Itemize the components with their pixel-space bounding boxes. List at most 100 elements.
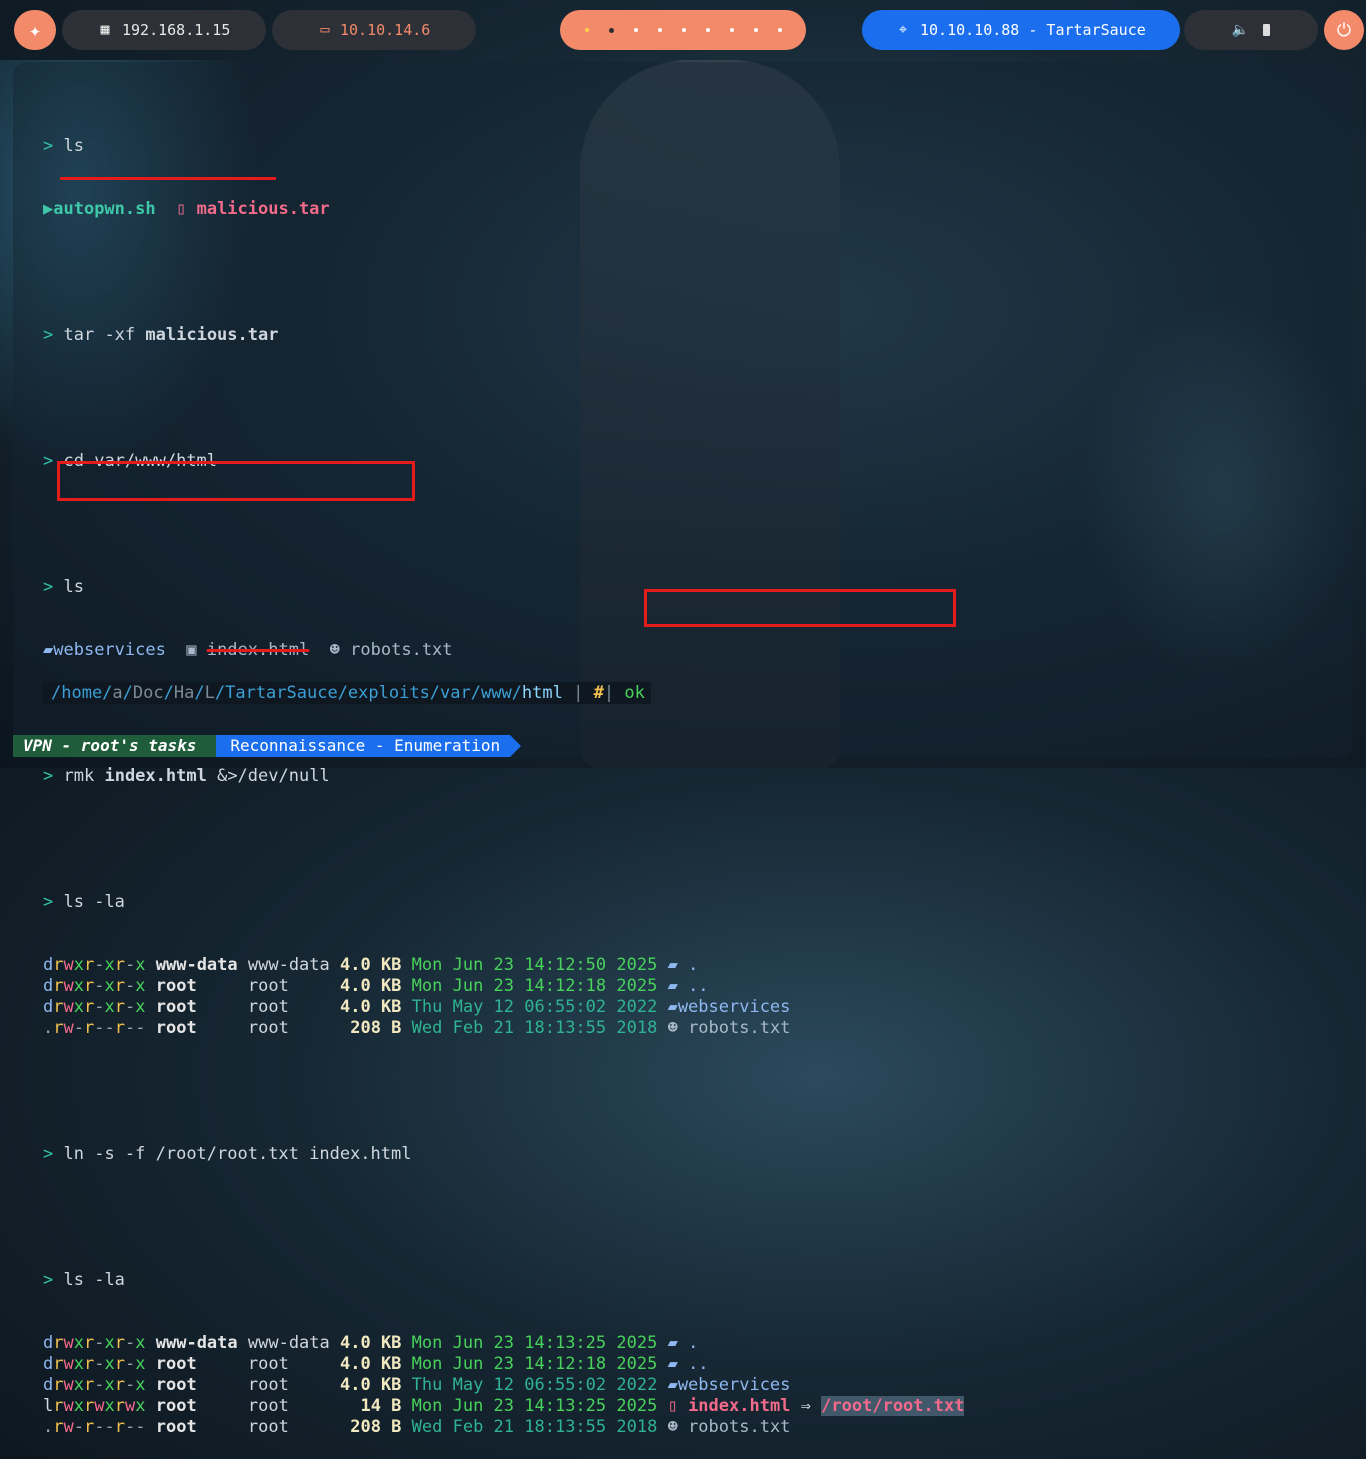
- command-arg: malicious.tar: [145, 325, 279, 345]
- ls-la-output: drwxr-xr-x www-data www-data 4.0 KB Mon …: [43, 955, 964, 1039]
- owner: root: [155, 1375, 248, 1395]
- vpn-ip-widget[interactable]: ▭ 10.10.14.6: [272, 10, 476, 50]
- window-name[interactable]: Reconnaissance - Enumeration: [216, 735, 521, 757]
- laptop-icon: ▭: [320, 20, 330, 38]
- folder-icon: ▰: [667, 976, 678, 996]
- owner: root: [155, 1417, 248, 1437]
- file-name: ..: [688, 1354, 709, 1374]
- permissions: lrwxrwxrwx: [43, 1396, 146, 1416]
- prompt-symbol: >: [43, 1144, 54, 1164]
- symlink-target: /root/root.txt: [821, 1396, 965, 1416]
- owner: root: [155, 997, 248, 1017]
- file-size: 4.0 KB: [340, 976, 402, 996]
- annotation-box: [644, 589, 956, 627]
- file-name: webservices: [677, 997, 791, 1017]
- command-arg: index.html: [104, 766, 207, 786]
- modified-date: Wed Feb 21 18:13:55 2018: [411, 1417, 658, 1437]
- prompt-symbol: >: [43, 577, 54, 597]
- battery-icon[interactable]: [1263, 24, 1271, 36]
- workspace-switcher[interactable]: [560, 10, 806, 50]
- command-line: > ls: [43, 136, 964, 157]
- file-name: robots.txt: [688, 1417, 791, 1437]
- group: root: [247, 976, 340, 996]
- group: root: [247, 1018, 340, 1038]
- permissions: .rw-r--r--: [43, 1417, 146, 1437]
- path-segment: /TartarSauce/exploits/var/www/: [214, 683, 522, 703]
- modified-date: Mon Jun 23 14:12:18 2025: [411, 976, 658, 996]
- file-size: 208 B: [340, 1417, 402, 1437]
- prompt-symbol: >: [43, 325, 54, 345]
- file-name: index.html: [688, 1396, 791, 1416]
- top-bar: ✦ ▦ 192.168.1.15 ▭ 10.10.14.6 ⌖ 10.10.10…: [0, 10, 1366, 50]
- listing-row: drwxr-xr-x www-data www-data 4.0 KB Mon …: [43, 1333, 964, 1354]
- file-size: 4.0 KB: [340, 1354, 402, 1374]
- prompt-symbol: >: [43, 451, 54, 471]
- workspace-dot-active[interactable]: [608, 27, 614, 33]
- path-segment: Ha: [173, 683, 195, 703]
- command-line: > ln -s -f /root/root.txt index.html: [43, 1144, 964, 1165]
- command-text: ls: [63, 136, 84, 156]
- command-line: > ls -la: [43, 892, 964, 913]
- listing-row: drwxr-xr-x www-data www-data 4.0 KB Mon …: [43, 955, 964, 976]
- session-name[interactable]: VPN - root's tasks: [13, 735, 217, 757]
- file-size: 14 B: [340, 1396, 402, 1416]
- annotation-underline: [60, 177, 276, 180]
- terminal-output: > ls ▶autopwn.sh ▯ malicious.tar > tar -…: [43, 94, 965, 1459]
- htb-target-label: 10.10.10.88 - TartarSauce: [920, 21, 1146, 39]
- ls-output: ▶autopwn.sh ▯ malicious.tar: [43, 199, 964, 220]
- file-name: webservices: [677, 1375, 791, 1395]
- modified-date: Thu May 12 06:55:02 2022: [411, 1375, 658, 1395]
- path-separator: /: [194, 683, 205, 703]
- robot-icon: ☻: [667, 1417, 678, 1437]
- owner: root: [155, 1018, 248, 1038]
- folder-icon: ▰: [667, 1354, 678, 1374]
- file-size: 4.0 KB: [340, 955, 402, 975]
- command-text: ls: [63, 577, 84, 597]
- permissions: drwxr-xr-x: [43, 1333, 146, 1353]
- workspace-dot[interactable]: [777, 28, 782, 32]
- path-separator: |: [603, 683, 625, 703]
- workspace-dot[interactable]: [729, 28, 734, 32]
- modified-date: Wed Feb 21 18:13:55 2018: [411, 1018, 658, 1038]
- group: www-data: [247, 955, 340, 975]
- file-name: robots.txt: [350, 640, 453, 660]
- permissions: drwxr-xr-x: [43, 1354, 146, 1374]
- prompt-symbol: >: [43, 1270, 54, 1290]
- owner: root: [155, 1354, 248, 1374]
- html5-icon: ▣: [186, 640, 197, 660]
- workspace-dot[interactable]: [753, 28, 758, 32]
- path-separator: /: [163, 683, 174, 703]
- group: root: [247, 1354, 340, 1374]
- workspace-dot[interactable]: [705, 28, 710, 32]
- crosshair-icon: ⌖: [898, 20, 908, 38]
- command-line: > ls -la: [43, 1270, 964, 1291]
- modified-date: Thu May 12 06:55:02 2022: [411, 997, 658, 1017]
- owner: www-data: [155, 1333, 248, 1353]
- volume-icon[interactable]: 🔈: [1232, 22, 1249, 38]
- power-icon[interactable]: ⏻: [1324, 10, 1364, 50]
- file-name: .: [688, 955, 699, 975]
- target-ip-widget[interactable]: ▦ 192.168.1.15: [62, 10, 266, 50]
- workspace-dot[interactable]: [681, 28, 686, 32]
- folder-icon: ▰: [43, 640, 54, 660]
- htb-target-widget[interactable]: ⌖ 10.10.10.88 - TartarSauce: [862, 10, 1180, 50]
- file-name: index.html: [206, 640, 310, 660]
- exit-status: ok: [624, 683, 645, 703]
- file-size: 4.0 KB: [340, 997, 402, 1017]
- workspace-dot[interactable]: [657, 28, 662, 32]
- prompt-symbol: >: [43, 766, 54, 786]
- workspace-dot[interactable]: [633, 28, 638, 32]
- owner: root: [155, 976, 248, 996]
- command-text: ln -s -f /root/root.txt index.html: [63, 1144, 412, 1164]
- permissions: drwxr-xr-x: [43, 955, 146, 975]
- folder-icon: ▰: [667, 1333, 678, 1353]
- command-text: rmk: [63, 766, 95, 786]
- kali-dragon-icon[interactable]: ✦: [14, 10, 56, 50]
- robot-icon: ☻: [667, 1018, 678, 1038]
- command-text: ls -la: [63, 892, 125, 912]
- tmux-status-bar: VPN - root's tasks Reconnaissance - Enum…: [13, 735, 521, 757]
- modified-date: Mon Jun 23 14:13:25 2025: [411, 1333, 658, 1353]
- path-segment: a: [112, 683, 123, 703]
- system-tray[interactable]: 🔈: [1184, 10, 1318, 50]
- workspace-dot[interactable]: [584, 28, 589, 32]
